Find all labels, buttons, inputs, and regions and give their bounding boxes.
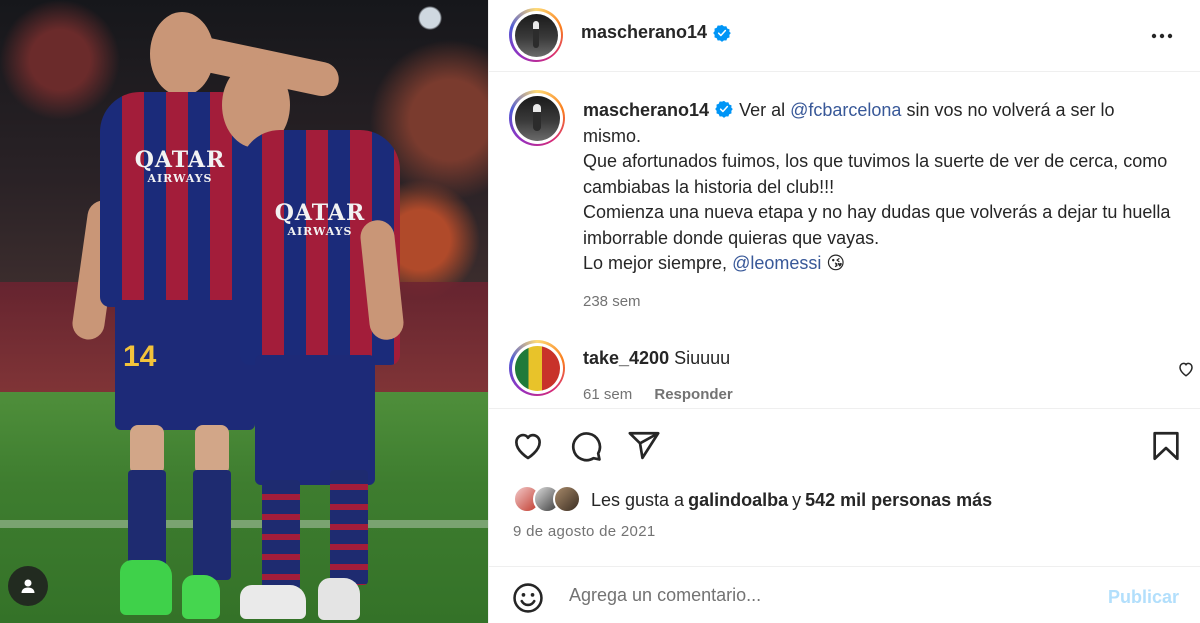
post-header: mascherano14 [489, 0, 1200, 72]
reply-button[interactable]: Responder [654, 386, 732, 403]
player-left-sock-1 [128, 470, 166, 570]
player-right-boot-1 [240, 585, 306, 619]
more-options-icon [1151, 33, 1173, 39]
save-button[interactable] [1149, 429, 1183, 463]
caption-text: mascherano14 Ver al @fcbarcelona sin vos… [583, 98, 1173, 314]
user-avatar-icon [21, 579, 35, 593]
post-date[interactable]: 9 de agosto de 2021 [513, 523, 656, 540]
likes-connector: y [792, 489, 802, 510]
likes-others[interactable]: 542 mil personas más [805, 490, 992, 511]
player-left-sponsor-sub: AIRWAYS [147, 172, 213, 185]
player-left-leg-2 [195, 425, 229, 475]
comment-meta: 61 sem Responder [583, 386, 733, 403]
player-left-sock-2 [193, 470, 231, 580]
caption-time[interactable]: 238 sem [583, 289, 1173, 315]
commenter-username[interactable]: take_4200 [583, 348, 669, 368]
author-avatar[interactable] [509, 8, 563, 62]
player-right-sock-1 [262, 480, 300, 590]
player-left-head [150, 12, 214, 96]
comment-like-icon[interactable] [1177, 360, 1195, 378]
photo-pitch-line [0, 520, 488, 528]
player-left-leg-1 [130, 425, 164, 475]
player-left-shorts: 14 [115, 300, 255, 430]
likes-summary: Les gusta a galindoalba y 542 mil person… [513, 485, 992, 515]
mention-fcbarcelona[interactable]: @fcbarcelona [790, 100, 901, 120]
verified-badge-icon [715, 100, 733, 118]
caption-author-username[interactable]: mascherano14 [583, 100, 709, 120]
more-options-button[interactable] [1149, 24, 1175, 48]
author-username[interactable]: mascherano14 [581, 22, 707, 43]
caption-author-avatar[interactable] [509, 90, 565, 146]
player-right-shorts [255, 355, 375, 485]
share-button[interactable] [627, 429, 661, 463]
likes-prefix: Les gusta a [591, 489, 685, 510]
caption-line2: Que afortunados fuimos, los que tuvimos … [583, 151, 1168, 197]
tagged-users-button[interactable] [8, 566, 48, 606]
heart-icon [515, 433, 541, 460]
share-icon [628, 431, 660, 460]
like-button[interactable] [511, 429, 545, 463]
bookmark-icon [1153, 431, 1179, 461]
mention-leomessi[interactable]: @leomessi [732, 253, 821, 273]
comment-button[interactable] [569, 429, 603, 463]
comment-input[interactable] [569, 585, 1089, 606]
player-right-boot-2 [318, 578, 360, 620]
caption-part1: Ver al [739, 100, 791, 120]
player-left-boot-1 [120, 560, 172, 615]
comment-body: Siuuuu [674, 348, 731, 368]
emoji-icon[interactable] [511, 581, 545, 615]
player-left-sponsor: QATAR [134, 147, 226, 173]
publish-button[interactable]: Publicar [1108, 587, 1179, 608]
player-right-sock-2 [330, 470, 368, 585]
add-comment-bar: Publicar [489, 566, 1200, 623]
liker-username[interactable]: galindoalba [688, 490, 788, 511]
liker-avatars[interactable] [513, 485, 585, 515]
comment-item: take_4200 Siuuuu 61 sem Responder [509, 340, 1193, 410]
post-details-panel: mascherano14 mascherano14 Ver al @fcbarc… [488, 0, 1200, 623]
post-actions: Les gusta a galindoalba y 542 mil person… [489, 408, 1200, 566]
caption-line3: Comienza una nueva etapa y no hay dudas … [583, 202, 1171, 248]
player-left-number: 14 [123, 340, 157, 373]
caption-line4-prefix: Lo mejor siempre, [583, 253, 733, 273]
comment-text: take_4200 Siuuuu [583, 348, 730, 369]
comment-icon [572, 432, 602, 462]
kiss-emoji: 😘 [826, 253, 846, 273]
player-left-boot-2 [182, 575, 220, 619]
commenter-avatar[interactable] [509, 340, 565, 396]
verified-badge-icon [713, 24, 731, 42]
post-photo[interactable]: QATAR AIRWAYS 14 QATAR AIRWAYS [0, 0, 488, 623]
comment-time[interactable]: 61 sem [583, 386, 632, 403]
